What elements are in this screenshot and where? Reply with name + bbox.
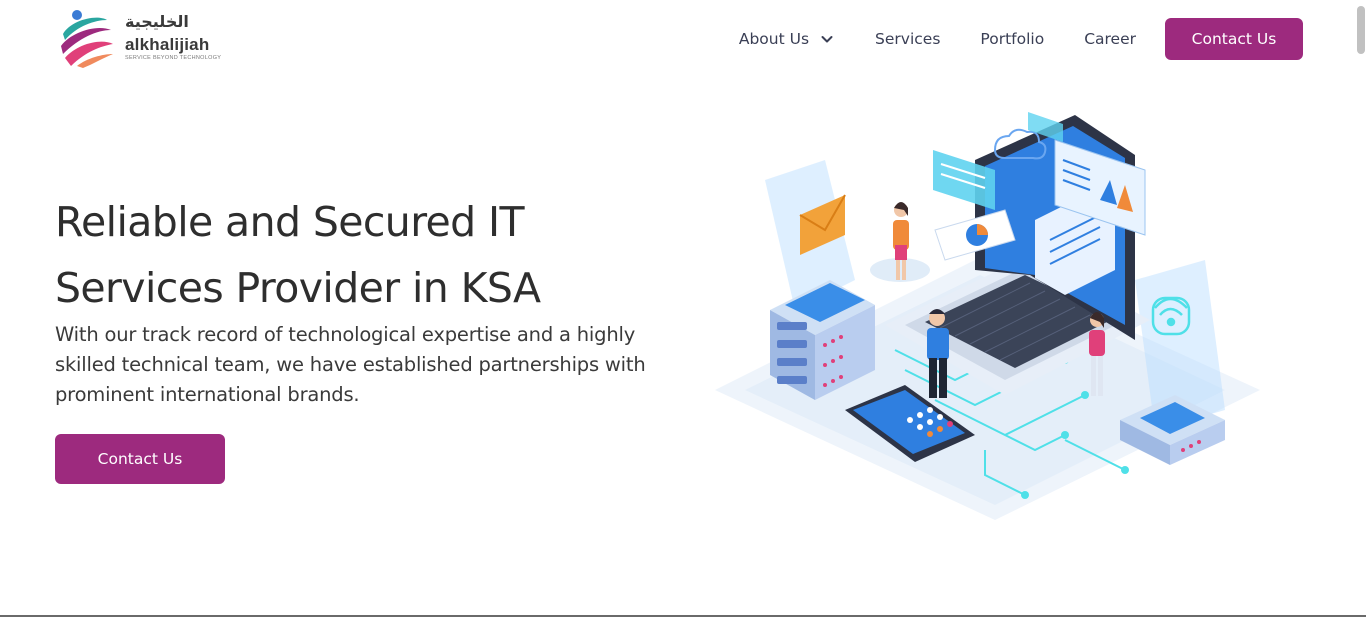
hero-subtitle: With our track record of technological e… — [55, 323, 646, 406]
hero-title-line-2: Services Provider in KSA — [55, 264, 541, 312]
nav-about-us[interactable]: About Us — [739, 30, 835, 48]
site-header: الخليجية alkhalijiah SERVICE BEYOND TECH… — [0, 0, 1366, 80]
nav-about-us-label: About Us — [738, 30, 810, 48]
brand-name: alkhalijiah — [125, 35, 210, 54]
nav-career[interactable]: Career — [1084, 30, 1136, 48]
logo-mark-icon — [61, 10, 113, 68]
header-contact-button[interactable]: Contact Us — [1165, 18, 1303, 60]
page-scrollbar[interactable] — [1357, 6, 1365, 54]
main-nav: About Us Services Portfolio Career Conta… — [739, 18, 1303, 60]
chevron-down-icon[interactable] — [819, 31, 835, 47]
nav-portfolio[interactable]: Portfolio — [980, 30, 1044, 48]
hero-title: Reliable and Secured IT Services Provide… — [55, 189, 695, 321]
hero-illustration — [715, 112, 1260, 520]
hero-title-line-1: Reliable and Secured IT — [55, 198, 525, 246]
brand-tagline: SERVICE BEYOND TECHNOLOGY — [125, 55, 222, 61]
people-icon — [870, 202, 930, 282]
brand-logo[interactable]: الخليجية alkhalijiah SERVICE BEYOND TECH… — [57, 8, 221, 70]
brand-arabic-name: الخليجية — [125, 12, 189, 31]
hero-contact-button[interactable]: Contact Us — [55, 434, 225, 484]
nav-services[interactable]: Services — [875, 30, 940, 48]
